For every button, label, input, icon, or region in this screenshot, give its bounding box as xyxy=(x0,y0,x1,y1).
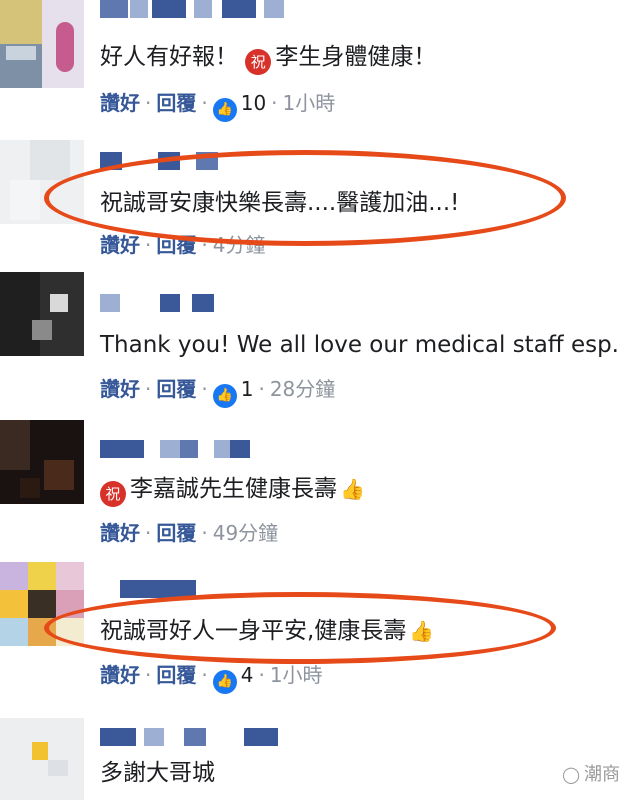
comment-actions: 讚好 · 回覆 · 👍 1 · 28分鐘 xyxy=(100,376,335,408)
avatar[interactable] xyxy=(0,718,84,800)
comment-actions: 讚好 · 回覆 · 49分鐘 xyxy=(100,521,279,545)
like-count[interactable]: 4 xyxy=(241,663,254,687)
wechat-icon: ◯ xyxy=(562,765,580,784)
reply-link[interactable]: 回覆 xyxy=(156,663,196,687)
comment-6: 多謝大哥城 xyxy=(0,718,640,800)
thumbs-up-icon[interactable]: 👍 xyxy=(212,98,237,122)
like-link[interactable]: 讚好 xyxy=(100,377,140,401)
timestamp[interactable]: 4分鐘 xyxy=(213,233,266,257)
like-link[interactable]: 讚好 xyxy=(100,233,140,257)
commenter-name[interactable] xyxy=(100,0,300,18)
avatar[interactable] xyxy=(0,272,84,356)
avatar[interactable] xyxy=(0,140,84,224)
comment-actions: 讚好 · 回覆 · 👍 4 · 1小時 xyxy=(100,662,323,694)
thumbs-up-icon[interactable]: 👍 xyxy=(212,384,237,408)
like-link[interactable]: 讚好 xyxy=(100,663,140,687)
like-link[interactable]: 讚好 xyxy=(100,521,140,545)
comment-text: Thank you! We all love our medical staff… xyxy=(100,332,619,358)
comment-text: 祝誠哥安康快樂長壽....醫護加油...! xyxy=(100,190,460,216)
comment-text: 祝李嘉誠先生健康長壽 👍 xyxy=(100,474,365,507)
avatar[interactable] xyxy=(0,0,84,88)
comment-5: 祝誠哥好人一身平安,健康長壽 👍 讚好 · 回覆 · 👍 4 · 1小時 xyxy=(0,562,640,702)
comment-1: 好人有好報！ 祝李生身體健康！ 讚好 · 回覆 · 👍 10 · 1小時 xyxy=(0,0,640,130)
reply-link[interactable]: 回覆 xyxy=(156,377,196,401)
like-count[interactable]: 10 xyxy=(241,91,266,115)
celebrate-badge-icon: 祝 xyxy=(245,49,272,75)
comment-4: 祝李嘉誠先生健康長壽 👍 讚好 · 回覆 · 49分鐘 xyxy=(0,420,640,560)
reply-link[interactable]: 回覆 xyxy=(156,91,196,115)
thumbs-up-emoji-icon: 👍 xyxy=(340,477,365,501)
thumbs-up-emoji-icon: 👍 xyxy=(409,619,435,643)
comment-actions: 讚好 · 回覆 · 4分鐘 xyxy=(100,233,266,257)
comment-3: Thank you! We all love our medical staff… xyxy=(0,272,640,412)
comment-actions: 讚好 · 回覆 · 👍 10 · 1小時 xyxy=(100,90,335,122)
commenter-name[interactable] xyxy=(100,728,300,746)
timestamp[interactable]: 28分鐘 xyxy=(270,377,335,401)
commenter-name[interactable] xyxy=(100,580,200,598)
reply-link[interactable]: 回覆 xyxy=(156,233,196,257)
timestamp[interactable]: 49分鐘 xyxy=(213,521,278,545)
celebrate-badge-icon: 祝 xyxy=(100,481,126,507)
comment-text: 多謝大哥城 xyxy=(100,760,215,786)
reply-link[interactable]: 回覆 xyxy=(156,521,196,545)
watermark: ◯ 潮商 xyxy=(562,764,620,785)
like-link[interactable]: 讚好 xyxy=(100,91,140,115)
comment-text: 祝誠哥好人一身平安,健康長壽 👍 xyxy=(100,618,435,644)
timestamp[interactable]: 1小時 xyxy=(270,663,323,687)
avatar[interactable] xyxy=(0,420,84,504)
thumbs-up-icon[interactable]: 👍 xyxy=(212,670,237,694)
timestamp[interactable]: 1小時 xyxy=(283,91,336,115)
like-count[interactable]: 1 xyxy=(241,377,254,401)
avatar[interactable] xyxy=(0,562,84,646)
commenter-name[interactable] xyxy=(100,152,220,170)
comment-2: 祝誠哥安康快樂長壽....醫護加油...! 讚好 · 回覆 · 4分鐘 xyxy=(0,140,640,260)
commenter-name[interactable] xyxy=(100,440,260,458)
commenter-name[interactable] xyxy=(100,294,220,312)
comment-text: 好人有好報！ 祝李生身體健康！ xyxy=(100,42,436,75)
